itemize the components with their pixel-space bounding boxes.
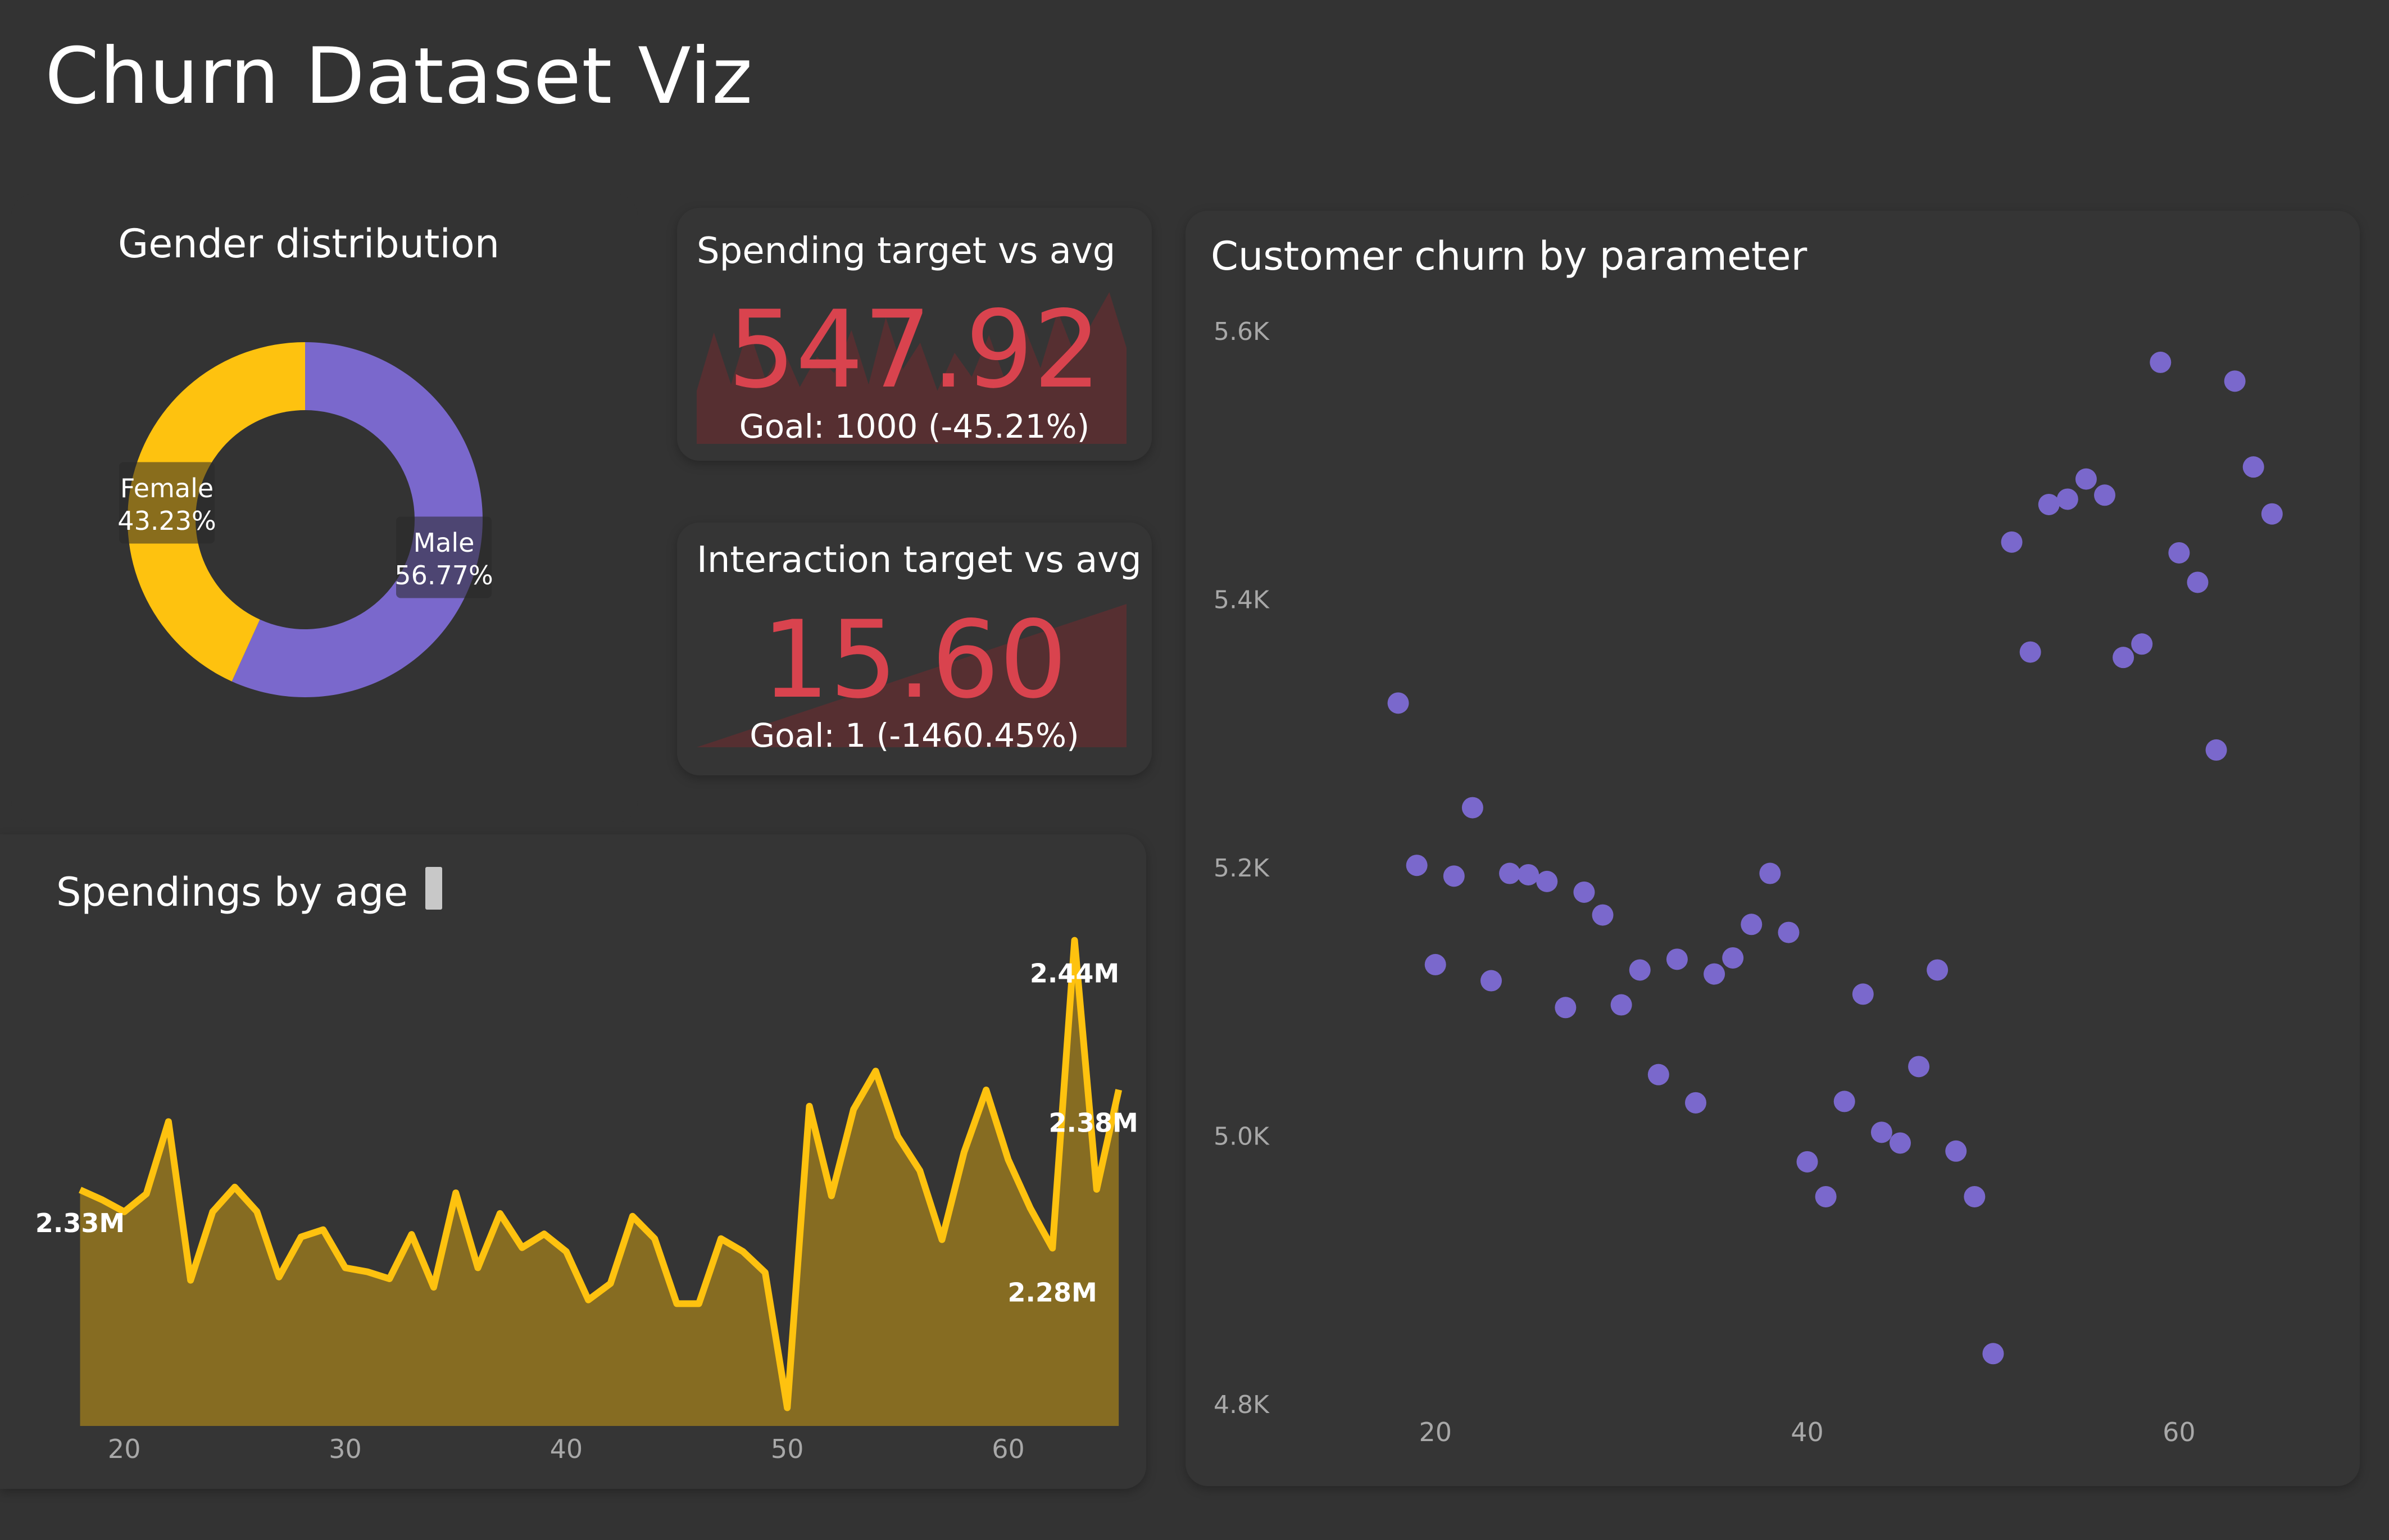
churn-point	[1518, 864, 1539, 885]
churn-point	[1592, 904, 1614, 926]
churn-y-tick: 5.4K	[1214, 586, 1270, 615]
churn-point	[1499, 862, 1521, 884]
spendings-data-label: 2.38M	[1049, 1108, 1138, 1138]
spendings-data-label: 2.28M	[1008, 1278, 1097, 1308]
gender-donut-chart: Male56.77% Female43.23%	[117, 342, 493, 697]
churn-point	[1722, 947, 1744, 969]
churn-y-tick: 4.8K	[1214, 1391, 1270, 1419]
spendings-x-tick: 20	[108, 1434, 141, 1464]
interaction-kpi-card[interactable]: Interaction target vs avg 15.60 Goal: 1 …	[677, 523, 1152, 775]
spendings-x-tick: 60	[992, 1434, 1025, 1464]
churn-x-tick: 40	[1791, 1417, 1824, 1447]
churn-point	[1982, 1343, 2004, 1365]
spending-kpi-value: 547.92	[728, 288, 1101, 412]
churn-point	[1890, 1132, 1911, 1154]
churn-point	[1647, 1064, 1669, 1085]
churn-point	[2168, 542, 2190, 564]
churn-point	[1536, 870, 1558, 892]
spendings-area-chart: 20 30 40 50 60 2.33M 2.44M 2.38M 2.28M	[35, 937, 1138, 1464]
page-title: Churn Dataset Viz	[45, 31, 753, 121]
churn-scatter-chart: 4.8K 5.0K 5.2K 5.4K 5.6K 20 40 60	[1214, 317, 2283, 1447]
churn-point	[2150, 351, 2172, 373]
donut-value-male: 56.77%	[394, 560, 493, 590]
churn-point	[1927, 959, 1949, 981]
churn-y-tick: 5.0K	[1214, 1123, 1270, 1151]
customer-churn-card[interactable]: Customer churn by parameter 4.8K 5.0K 5.2K…	[1186, 211, 2360, 1486]
spendings-data-label: 2.44M	[1030, 958, 1119, 989]
churn-point	[1852, 983, 1874, 1005]
spendings-by-age-card[interactable]: Spendings by age 20 30 40 50 60 2.33M 2.44M 2.3…	[0, 834, 1146, 1489]
churn-point	[1555, 997, 1577, 1019]
churn-point	[2242, 456, 2264, 478]
churn-point	[1945, 1140, 1967, 1162]
interaction-kpi-value: 15.60	[761, 598, 1068, 722]
churn-x-tick: 60	[2163, 1417, 2196, 1447]
churn-point	[2094, 484, 2115, 506]
churn-point	[2261, 503, 2283, 525]
interaction-kpi-goal: Goal: 1 (-1460.45%)	[750, 716, 1079, 755]
spending-kpi-card[interactable]: Spending target vs avg 547.92 Goal: 1000…	[677, 208, 1152, 461]
churn-point	[1704, 963, 1725, 985]
churn-point	[2205, 739, 2227, 761]
churn-point	[2019, 641, 2041, 663]
churn-point	[1796, 1151, 1818, 1173]
churn-point	[1461, 797, 1483, 819]
churn-point	[1424, 953, 1446, 975]
churn-point	[1833, 1091, 1855, 1112]
churn-point	[1629, 959, 1651, 981]
churn-y-tick: 5.2K	[1214, 854, 1270, 883]
spendings-area-fill	[80, 940, 1119, 1426]
churn-point	[2224, 370, 2246, 392]
spending-kpi-title: Spending target vs avg	[697, 230, 1116, 272]
churn-point	[1778, 921, 1800, 943]
churn-point	[1815, 1185, 1837, 1207]
churn-point	[1443, 865, 1465, 887]
churn-y-tick: 5.6K	[1214, 317, 1270, 346]
churn-point	[2187, 571, 2209, 593]
churn-point	[1573, 881, 1595, 903]
churn-point	[1406, 855, 1428, 876]
churn-point	[1610, 994, 1632, 1016]
churn-point	[1964, 1185, 1986, 1207]
churn-point	[1908, 1056, 1930, 1078]
churn-point	[2075, 468, 2097, 490]
churn-point	[1666, 948, 1688, 970]
churn-point	[2131, 633, 2153, 655]
churn-point	[1685, 1092, 1706, 1114]
churn-point	[1480, 970, 1502, 992]
churn-point	[2001, 531, 2023, 553]
gender-distribution-card[interactable]: Gender distribution Male 56.77% Female 43.2…	[11, 194, 638, 823]
churn-x-tick: 20	[1419, 1417, 1452, 1447]
churn-point	[2038, 493, 2060, 515]
churn-point	[2056, 488, 2078, 510]
spending-kpi-goal: Goal: 1000 (-45.21%)	[739, 407, 1090, 446]
spendings-x-tick: 50	[771, 1434, 804, 1464]
churn-point	[2113, 647, 2134, 669]
spendings-x-tick: 30	[329, 1434, 362, 1464]
churn-point	[1759, 862, 1781, 884]
donut-label-female: Female	[120, 473, 214, 503]
churn-point	[1387, 692, 1409, 714]
donut-label-male: Male	[414, 528, 475, 558]
donut-value-female: 43.23%	[117, 506, 216, 536]
churn-point	[1741, 914, 1763, 935]
spendings-x-tick: 40	[550, 1434, 583, 1464]
interaction-kpi-title: Interaction target vs avg	[697, 539, 1142, 581]
churn-point	[1870, 1121, 1892, 1143]
spendings-data-label: 2.33M	[35, 1208, 125, 1238]
